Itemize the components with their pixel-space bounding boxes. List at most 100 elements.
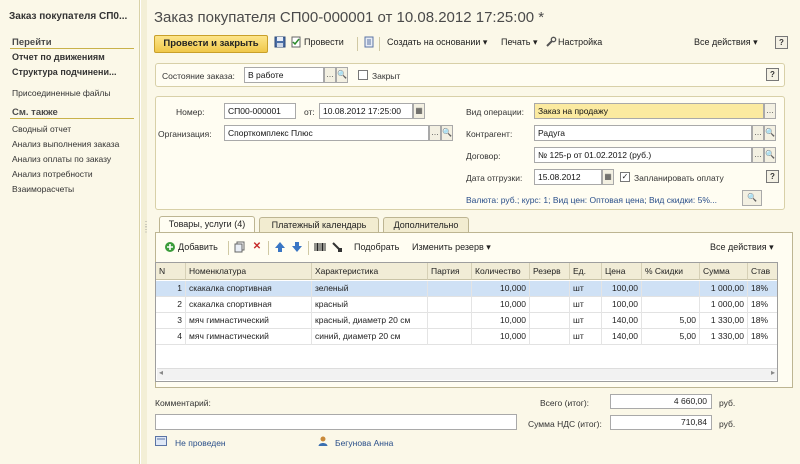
sidebar-link-files[interactable]: Присоединенные файлы [12, 88, 110, 98]
table-all-actions-menu[interactable]: Все действия ▾ [710, 242, 774, 253]
table-cell[interactable]: скакалка спортивная [186, 297, 312, 313]
settings-icon[interactable] [545, 36, 557, 48]
table-cell[interactable]: шт [570, 297, 602, 313]
select-button[interactable]: … [752, 125, 764, 141]
table-cell[interactable]: 10,000 [472, 329, 530, 345]
search-icon[interactable]: 🔍 [764, 125, 776, 141]
table-cell[interactable]: 1 330,00 [700, 329, 748, 345]
tab-additional[interactable]: Дополнительно [383, 217, 469, 233]
post-doc-icon[interactable] [290, 36, 302, 48]
table-cell[interactable] [428, 281, 472, 297]
ship-date-field[interactable]: 15.08.2012 [534, 169, 602, 185]
operation-field[interactable]: Заказ на продажу [534, 103, 764, 119]
table-cell[interactable]: 10,000 [472, 313, 530, 329]
column-header[interactable]: Сумма [700, 263, 748, 280]
column-header[interactable]: Номенклатура [186, 263, 312, 280]
table-cell[interactable] [642, 281, 700, 297]
table-cell[interactable] [642, 297, 700, 313]
date-field[interactable]: 10.08.2012 17:25:00 [319, 103, 413, 119]
table-cell[interactable]: 5,00 [642, 313, 700, 329]
calendar-icon[interactable]: ▦ [413, 103, 425, 119]
search-icon[interactable]: 🔍 [764, 147, 776, 163]
table-cell[interactable] [428, 329, 472, 345]
dropdown-button[interactable]: … [324, 67, 336, 83]
table-row[interactable]: 3 мяч гимнастический красный, диаметр 20 с… [156, 313, 777, 329]
tab-payment-calendar[interactable]: Платежный календарь [259, 217, 379, 233]
column-header[interactable]: N [156, 263, 186, 280]
table-cell[interactable]: 3 [156, 313, 186, 329]
table-cell[interactable]: 10,000 [472, 281, 530, 297]
add-button[interactable]: Добавить [178, 242, 218, 252]
chevron-right-icon[interactable]: ▸ [771, 368, 775, 377]
help-icon[interactable]: ? [775, 36, 788, 49]
table-cell[interactable]: шт [570, 281, 602, 297]
table-cell[interactable]: 2 [156, 297, 186, 313]
table-cell[interactable]: скакалка спортивная [186, 281, 312, 297]
table-cell[interactable]: 1 [156, 281, 186, 297]
search-icon[interactable]: 🔍 [742, 190, 762, 206]
list-icon[interactable] [363, 36, 375, 48]
table-cell[interactable]: 1 000,00 [700, 281, 748, 297]
number-field[interactable]: СП00-000001 [224, 103, 296, 119]
table-cell[interactable]: 18% [748, 313, 777, 329]
responsible-user[interactable]: Бегунова Анна [335, 438, 393, 448]
sidebar-link-settlements[interactable]: Взаиморасчеты [12, 184, 74, 194]
pick-button[interactable]: Подобрать [354, 242, 399, 252]
table-cell[interactable] [530, 297, 570, 313]
table-cell[interactable] [530, 329, 570, 345]
sidebar-link-summary[interactable]: Сводный отчет [12, 124, 71, 134]
table-cell[interactable]: 1 330,00 [700, 313, 748, 329]
table-cell[interactable]: 100,00 [602, 281, 642, 297]
table-cell[interactable]: красный [312, 297, 428, 313]
org-field[interactable]: Спорткомплекс Плюс [224, 125, 429, 141]
table-row[interactable]: 1 скакалка спортивная зеленый 10,000 шт 100,0… [156, 281, 777, 297]
create-based-on-menu[interactable]: Создать на основании ▾ [387, 37, 487, 48]
table-cell[interactable]: 5,00 [642, 329, 700, 345]
table-cell[interactable]: 100,00 [602, 297, 642, 313]
save-icon[interactable] [274, 36, 286, 48]
table-cell[interactable]: красный, диаметр 20 см [312, 313, 428, 329]
column-header[interactable]: Характеристика [312, 263, 428, 280]
splitter-grip-icon[interactable]: ⋮⋮ [142, 221, 150, 246]
table-cell[interactable] [530, 313, 570, 329]
print-menu[interactable]: Печать ▾ [501, 37, 538, 48]
add-icon[interactable] [164, 241, 176, 253]
change-reserve-menu[interactable]: Изменить резерв ▾ [412, 242, 491, 253]
table-cell[interactable]: 1 000,00 [700, 297, 748, 313]
table-cell[interactable]: 140,00 [602, 313, 642, 329]
comment-field[interactable] [155, 414, 517, 430]
contractor-field[interactable]: Радуга [534, 125, 752, 141]
delete-icon[interactable]: ✕ [251, 241, 263, 253]
sidebar-link-needs-analysis[interactable]: Анализ потребности [12, 169, 93, 179]
select-button[interactable]: … [752, 147, 764, 163]
table-cell[interactable] [428, 313, 472, 329]
settings-button[interactable]: Настройка [558, 37, 602, 47]
table-cell[interactable]: шт [570, 329, 602, 345]
post-button[interactable]: Провести [304, 37, 344, 47]
calendar-icon[interactable]: ▦ [602, 169, 614, 185]
column-header[interactable]: Ед. [570, 263, 602, 280]
table-cell[interactable]: 10,000 [472, 297, 530, 313]
state-field[interactable]: В работе [244, 67, 324, 83]
table-cell[interactable]: 18% [748, 281, 777, 297]
search-icon[interactable]: 🔍 [336, 67, 348, 83]
select-button[interactable]: … [764, 103, 776, 119]
move-up-icon[interactable] [274, 241, 286, 253]
select-button[interactable]: … [429, 125, 441, 141]
table-row[interactable]: 4 мяч гимнастический синий, диаметр 20 см 1… [156, 329, 777, 345]
table-cell[interactable] [428, 297, 472, 313]
table-cell[interactable]: 18% [748, 329, 777, 345]
column-header[interactable]: Цена [602, 263, 642, 280]
column-header[interactable]: Количество [472, 263, 530, 280]
closed-checkbox[interactable] [358, 70, 368, 80]
move-down-icon[interactable] [291, 241, 303, 253]
column-header[interactable]: Партия [428, 263, 472, 280]
barcode-icon[interactable] [314, 241, 326, 253]
plan-payment-checkbox[interactable]: ✓ [620, 172, 630, 182]
tab-goods[interactable]: Товары, услуги (4) [159, 216, 255, 233]
table-row[interactable]: 2 скакалка спортивная красный 10,000 шт 100,0… [156, 297, 777, 313]
column-header[interactable]: % Скидки [642, 263, 700, 280]
sidebar-link-movements[interactable]: Отчет по движениям [12, 52, 105, 62]
chevron-left-icon[interactable]: ◂ [159, 368, 163, 377]
table-cell[interactable]: зеленый [312, 281, 428, 297]
